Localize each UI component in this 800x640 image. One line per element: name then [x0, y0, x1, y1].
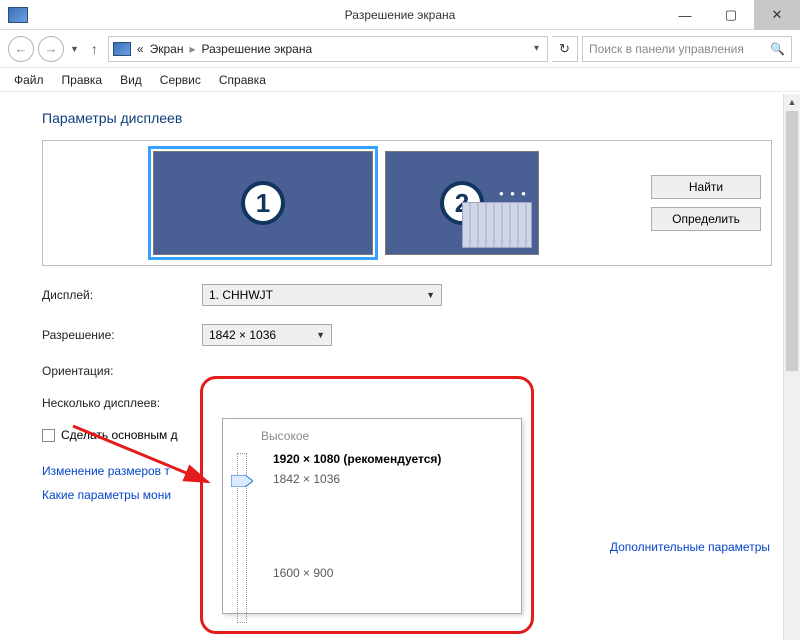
maximize-button[interactable]: ▢: [708, 0, 754, 30]
resolution-option-recommended[interactable]: 1920 × 1080 (рекомендуется): [273, 449, 509, 469]
display-value: 1. CHHWJT: [209, 288, 273, 302]
chevron-down-icon: ▼: [426, 290, 435, 300]
location-icon: [113, 42, 131, 56]
breadcrumb-item[interactable]: Разрешение экрана: [202, 42, 313, 56]
breadcrumb-separator-icon: ▸: [189, 42, 195, 56]
minimize-button[interactable]: —: [662, 0, 708, 30]
display-select[interactable]: 1. CHHWJT ▼: [202, 284, 442, 306]
find-button[interactable]: Найти: [651, 175, 761, 199]
forward-button[interactable]: →: [38, 36, 64, 62]
resolution-option[interactable]: 1600 × 900: [273, 563, 509, 583]
menu-view[interactable]: Вид: [120, 73, 142, 87]
resolution-value: 1842 × 1036: [209, 328, 276, 342]
close-button[interactable]: ✕: [754, 0, 800, 30]
monitor-2[interactable]: 2 ● ● ●: [385, 151, 539, 255]
make-primary-label: Сделать основным д: [61, 428, 178, 442]
address-bar[interactable]: « Экран ▸ Разрешение экрана ▾: [108, 36, 548, 62]
history-dropdown-icon[interactable]: ▼: [68, 44, 81, 54]
orientation-label: Ориентация:: [42, 364, 202, 378]
navigation-bar: ← → ▼ ↑ « Экран ▸ Разрешение экрана ▾ ↻ …: [0, 30, 800, 68]
address-dropdown-icon[interactable]: ▾: [530, 43, 543, 54]
resolution-category: Высокое: [261, 429, 509, 443]
menu-file[interactable]: Файл: [14, 73, 44, 87]
menu-bar: Файл Правка Вид Сервис Справка: [0, 68, 800, 92]
checkbox-icon[interactable]: [42, 429, 55, 442]
refresh-button[interactable]: ↻: [552, 36, 578, 62]
up-button[interactable]: ↑: [85, 41, 104, 57]
advanced-settings-link[interactable]: Дополнительные параметры: [610, 540, 770, 554]
monitor-1[interactable]: 1: [153, 151, 373, 255]
breadcrumb-chevrons: «: [137, 42, 144, 56]
multi-display-row: Несколько дисплеев:: [42, 396, 772, 410]
display-arrangement-box: 1 2 ● ● ● Найти Определить: [42, 140, 772, 266]
resolution-option[interactable]: 1842 × 1036: [273, 469, 509, 489]
breadcrumb-item[interactable]: Экран: [150, 42, 184, 56]
menu-edit[interactable]: Правка: [62, 73, 103, 87]
page-heading: Параметры дисплеев: [42, 110, 772, 126]
search-input[interactable]: Поиск в панели управления 🔍: [582, 36, 792, 62]
resolution-select[interactable]: 1842 × 1036 ▼: [202, 324, 332, 346]
menu-service[interactable]: Сервис: [160, 73, 201, 87]
search-placeholder: Поиск в панели управления: [589, 42, 744, 56]
menu-help[interactable]: Справка: [219, 73, 266, 87]
identify-button[interactable]: Определить: [651, 207, 761, 231]
resolution-row: Разрешение: 1842 × 1036 ▼: [42, 324, 772, 346]
resolution-dropdown-popup: Высокое 1920 × 1080 (рекомендуется) 1842…: [222, 418, 522, 614]
resolution-label: Разрешение:: [42, 328, 202, 342]
resolution-slider-thumb[interactable]: [231, 475, 253, 487]
monitor-preview[interactable]: 1 2 ● ● ●: [53, 151, 639, 255]
search-icon: 🔍: [770, 42, 785, 56]
monitor-dots-icon: ● ● ●: [499, 189, 528, 198]
window-controls: — ▢ ✕: [662, 0, 800, 30]
multi-display-label: Несколько дисплеев:: [42, 396, 202, 410]
chevron-down-icon: ▼: [316, 330, 325, 340]
back-button[interactable]: ←: [8, 36, 34, 62]
display-row: Дисплей: 1. CHHWJT ▼: [42, 284, 772, 306]
monitor-number: 1: [241, 181, 285, 225]
title-bar: Разрешение экрана — ▢ ✕: [0, 0, 800, 30]
keyboard-icon: [462, 202, 532, 248]
orientation-row: Ориентация:: [42, 364, 772, 378]
display-label: Дисплей:: [42, 288, 202, 302]
